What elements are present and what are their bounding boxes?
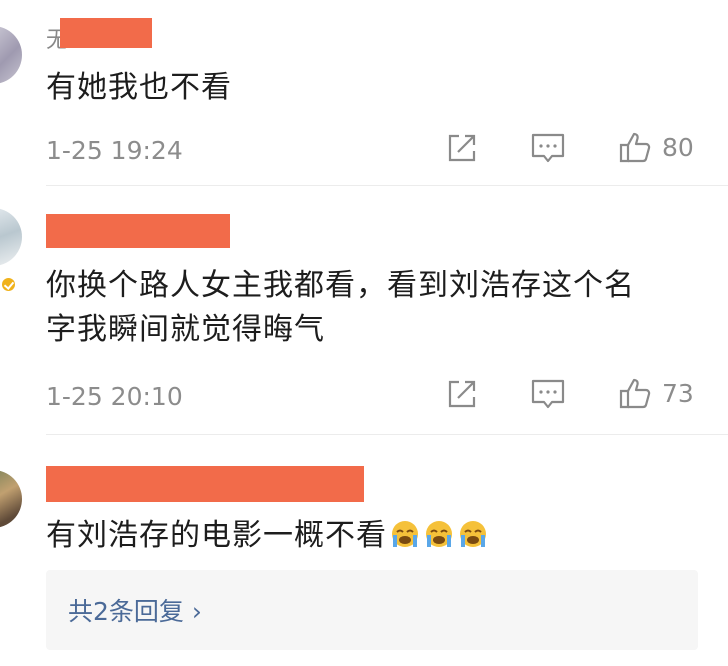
comment-1: 无 有她我也不看 1-25 19:24 80 (0, 0, 728, 186)
crying-face-emoji-icon (457, 518, 489, 562)
like-button[interactable]: 80 (618, 130, 694, 164)
comment-icon (531, 133, 565, 163)
comment-text-line: 你换个路人女主我都看，看到刘浩存这个名 (46, 268, 635, 303)
comment-icon (531, 379, 565, 409)
replies-box[interactable]: 共2条回复 › (46, 570, 698, 650)
comment-button[interactable] (530, 377, 566, 411)
comment-2: 你换个路人女主我都看，看到刘浩存这个名 字我瞬间就觉得晦气 1-25 20:10… (0, 186, 728, 436)
avatar[interactable] (0, 26, 22, 84)
comment-text-line: 有她我也不看 (46, 70, 232, 105)
comment-text: 有刘浩存的电影一概不看 (46, 514, 489, 562)
timestamp: 1-25 19:24 (46, 136, 183, 165)
share-button[interactable] (445, 131, 479, 165)
comment-text: 有她我也不看 (46, 66, 232, 110)
like-count: 73 (662, 378, 694, 408)
comment-button[interactable] (530, 131, 566, 165)
redacted-username (46, 214, 230, 248)
redacted-username (60, 18, 152, 48)
redacted-username (46, 466, 364, 502)
comment-text: 你换个路人女主我都看，看到刘浩存这个名 字我瞬间就觉得晦气 (46, 264, 635, 352)
avatar[interactable] (0, 470, 22, 528)
view-replies-link[interactable]: 共2条回复 › (68, 592, 202, 628)
comment-text-line: 有刘浩存的电影一概不看 (46, 518, 387, 553)
verified-badge-icon (0, 276, 17, 293)
like-button[interactable]: 73 (618, 376, 694, 410)
crying-face-emoji-icon (389, 518, 421, 562)
share-button[interactable] (445, 377, 479, 411)
thumbs-up-icon (619, 378, 651, 409)
share-icon (448, 134, 476, 162)
like-count: 80 (662, 132, 694, 162)
share-icon (448, 380, 476, 408)
avatar[interactable] (0, 208, 22, 266)
divider (46, 434, 728, 435)
timestamp: 1-25 20:10 (46, 382, 183, 411)
thumbs-up-icon (619, 132, 651, 163)
crying-face-emoji-icon (423, 518, 455, 562)
comment-text-line: 字我瞬间就觉得晦气 (46, 312, 325, 347)
